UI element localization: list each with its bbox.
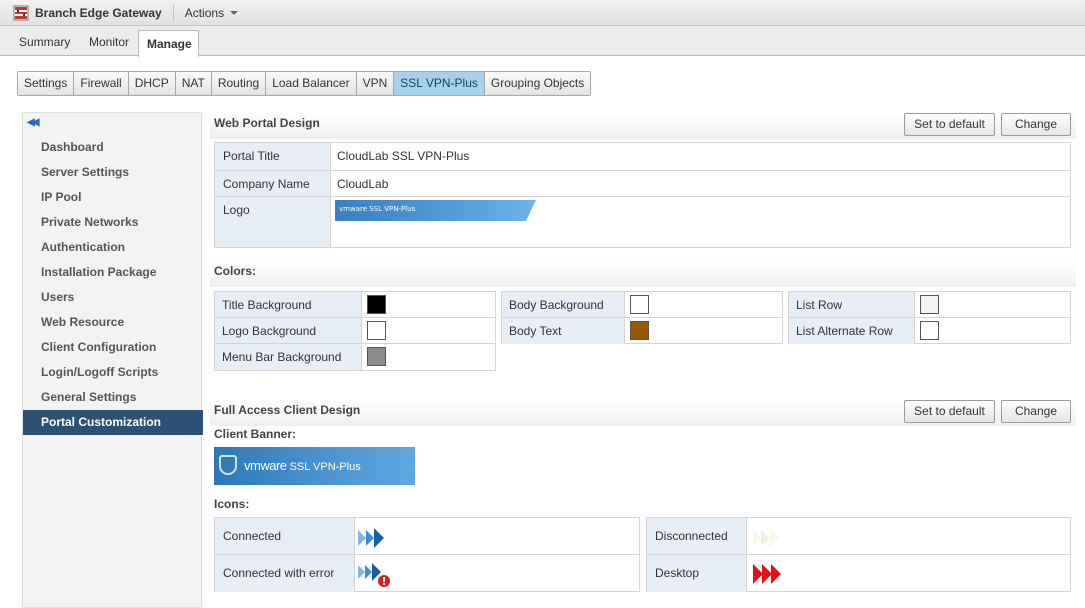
color-label: Menu Bar Background [215, 344, 362, 370]
tab-manage[interactable]: Manage [138, 30, 199, 57]
color-label: Body Background [502, 292, 625, 317]
actions-label: Actions [184, 5, 225, 20]
portal-title-value: CloudLab SSL VPN-Plus [337, 149, 470, 163]
nav-item-installation-package[interactable]: Installation Package [23, 260, 203, 285]
banner-brand: vmware [244, 458, 287, 473]
portal-logo-text: vmware SSL VPN-Plus [339, 205, 416, 213]
actions-menu[interactable]: Actions [184, 5, 239, 20]
icon-row: Connected with error [215, 555, 639, 592]
body-background-swatch[interactable] [630, 295, 649, 314]
color-row: Title Background [215, 292, 495, 318]
colors-header [210, 259, 1076, 287]
subtab-vpn[interactable]: VPN [356, 72, 395, 95]
color-label: List Row [789, 292, 915, 317]
icon-label: Connected [215, 518, 355, 554]
icon-label: Desktop [647, 555, 747, 592]
nav-item-ip-pool[interactable]: IP Pool [23, 185, 203, 210]
title-background-swatch[interactable] [367, 295, 386, 314]
list-row-swatch[interactable] [920, 295, 939, 314]
client-design-set-default-button[interactable]: Set to default [904, 400, 995, 423]
icon-row: Disconnected [647, 518, 1070, 555]
color-row: Body Background [502, 292, 782, 318]
web-portal-form: Portal Title CloudLab SSL VPN-Plus Compa… [214, 142, 1071, 248]
color-label: Body Text [502, 318, 625, 344]
subtab-routing[interactable]: Routing [211, 72, 267, 95]
company-name-row: Company Name CloudLab [215, 171, 1070, 197]
main-tabs: Summary Monitor Manage [0, 26, 1085, 57]
connected-error-icon[interactable] [358, 562, 392, 591]
subtab-ssl-vpn-plus[interactable]: SSL VPN-Plus [394, 72, 485, 95]
nav-item-server-settings[interactable]: Server Settings [23, 160, 203, 185]
web-portal-set-default-button[interactable]: Set to default [904, 113, 995, 136]
list-alternate-row-swatch[interactable] [920, 321, 939, 340]
logo-row: Logo vmware SSL VPN-Plus [215, 197, 1070, 247]
desktop-icon[interactable] [753, 563, 787, 588]
color-label: Logo Background [215, 318, 362, 343]
nav-item-portal-customization[interactable]: Portal Customization [23, 410, 203, 435]
icons-table-left: Connected Connected with error [214, 517, 640, 592]
subtab-nat[interactable]: NAT [175, 72, 212, 95]
client-design-change-button[interactable]: Change [1001, 400, 1071, 423]
colors-title: Colors: [214, 264, 256, 278]
colors-table-middle: Body Background Body Text [501, 291, 783, 344]
nav-item-authentication[interactable]: Authentication [23, 235, 203, 260]
color-row: List Alternate Row [789, 318, 1070, 344]
nav-item-login-logoff-scripts[interactable]: Login/Logoff Scripts [23, 360, 203, 385]
header-divider [172, 3, 174, 22]
shield-icon [219, 455, 237, 475]
logo-label: Logo [215, 197, 331, 247]
tab-summary[interactable]: Summary [19, 35, 70, 49]
connected-icon[interactable] [358, 527, 392, 552]
icon-row: Connected [215, 518, 639, 555]
color-label: Title Background [215, 292, 362, 317]
portal-title-row: Portal Title CloudLab SSL VPN-Plus [215, 143, 1070, 171]
menu-bar-background-swatch[interactable] [367, 347, 386, 366]
company-name-label: Company Name [215, 171, 331, 196]
logo-background-swatch[interactable] [367, 321, 386, 340]
subtab-firewall[interactable]: Firewall [74, 72, 129, 95]
icon-label: Disconnected [647, 518, 747, 554]
tab-monitor[interactable]: Monitor [89, 35, 129, 49]
icon-label: Connected with error [215, 555, 355, 592]
banner-product: SSL VPN-Plus [289, 461, 361, 473]
subtab-dhcp[interactable]: DHCP [128, 72, 176, 95]
color-row: Menu Bar Background [215, 344, 495, 370]
portal-title-label: Portal Title [215, 143, 331, 170]
client-banner-label: Client Banner: [214, 427, 297, 441]
disconnected-icon[interactable] [753, 527, 787, 552]
sub-tabs: Settings Firewall DHCP NAT Routing Load … [17, 71, 592, 96]
client-design-title: Full Access Client Design [214, 403, 361, 417]
color-row: List Row [789, 292, 1070, 318]
nav-item-private-networks[interactable]: Private Networks [23, 210, 203, 235]
edge-gateway-icon [13, 5, 29, 21]
caret-down-icon [230, 10, 239, 15]
body-text-swatch[interactable] [630, 321, 649, 340]
web-portal-title: Web Portal Design [214, 116, 320, 130]
banner-text: vmware SSL VPN-Plus [244, 458, 361, 473]
nav-item-client-configuration[interactable]: Client Configuration [23, 335, 203, 360]
subtab-grouping-objects[interactable]: Grouping Objects [484, 72, 591, 95]
left-navigation: ◀◀ Dashboard Server Settings IP Pool Pri… [22, 112, 203, 608]
object-title: Branch Edge Gateway [35, 5, 162, 20]
company-name-value: CloudLab [337, 177, 389, 191]
icons-label: Icons: [214, 497, 250, 511]
icon-row: Desktop [647, 555, 1070, 592]
icons-table-right: Disconnected Desktop [646, 517, 1071, 592]
color-row: Body Text [502, 318, 782, 344]
color-label: List Alternate Row [789, 318, 915, 344]
client-banner-image: vmware SSL VPN-Plus [214, 447, 415, 485]
colors-table-right: List Row List Alternate Row [788, 291, 1071, 344]
color-row: Logo Background [215, 318, 495, 344]
title-bar: Branch Edge Gateway Actions [0, 0, 1085, 26]
subtab-load-balancer[interactable]: Load Balancer [266, 72, 357, 95]
nav-item-users[interactable]: Users [23, 285, 203, 310]
double-chevron-left-icon[interactable]: ◀◀ [27, 117, 40, 128]
web-portal-change-button[interactable]: Change [1001, 113, 1071, 136]
portal-logo-image: vmware SSL VPN-Plus [335, 200, 536, 221]
colors-table-left: Title Background Logo Background Menu Ba… [214, 291, 496, 371]
subtab-settings[interactable]: Settings [18, 72, 75, 95]
nav-item-general-settings[interactable]: General Settings [23, 385, 203, 410]
nav-item-web-resource[interactable]: Web Resource [23, 310, 203, 335]
nav-item-dashboard[interactable]: Dashboard [23, 135, 203, 160]
